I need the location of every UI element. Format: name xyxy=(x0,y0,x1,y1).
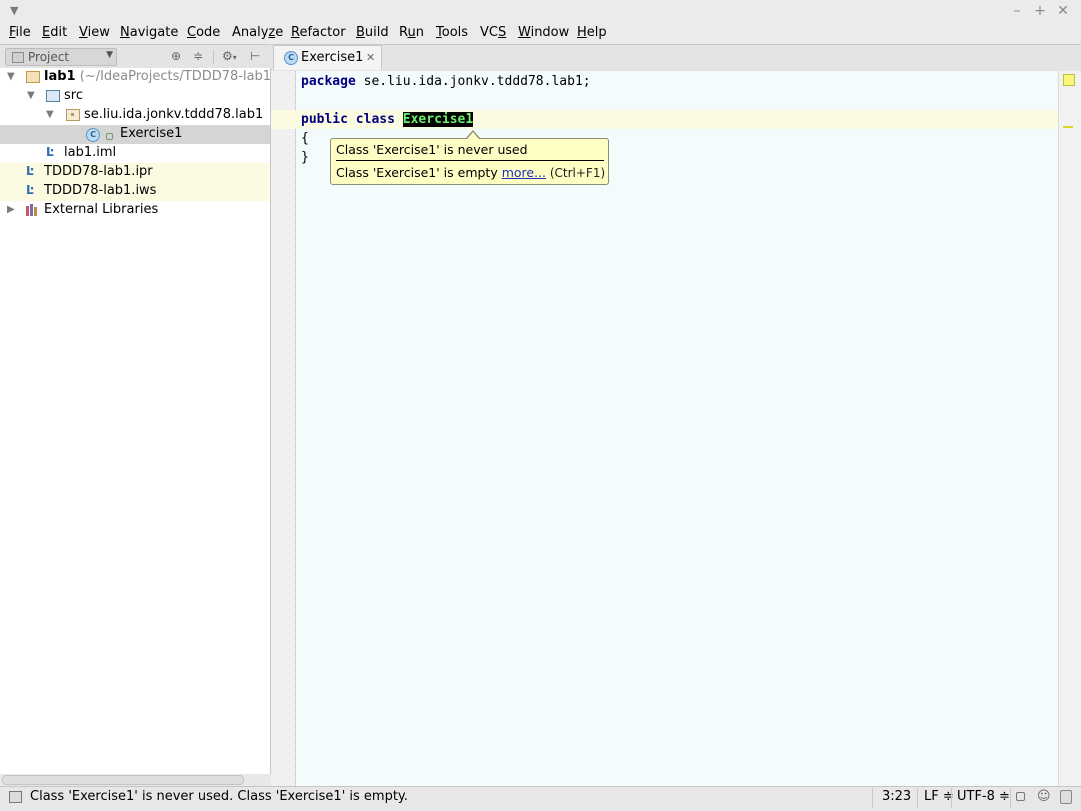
class-name-highlight[interactable]: Exercise1 xyxy=(402,112,474,127)
tree-root-name: lab1 xyxy=(44,69,76,84)
status-divider xyxy=(872,788,873,808)
tree-ipr-label: TDDD78-lab1.ipr xyxy=(44,164,153,179)
tree-item-ipr[interactable]: Ŀ TDDD78-lab1.ipr xyxy=(0,163,270,182)
tooltip-more-link[interactable]: more... xyxy=(502,165,546,180)
editor-tab-label: Exercise1 xyxy=(301,50,364,65)
event-log-icon[interactable] xyxy=(1060,790,1072,804)
project-view-icon xyxy=(12,52,24,63)
status-divider xyxy=(951,788,952,808)
project-view-selector[interactable]: Project ▼ xyxy=(5,48,117,66)
menu-build[interactable]: Build xyxy=(356,25,389,40)
class-icon: C xyxy=(284,51,298,65)
status-divider xyxy=(1010,788,1011,808)
module-folder-icon xyxy=(26,71,40,83)
inspection-tooltip: Class 'Exercise1' is never used Class 'E… xyxy=(330,138,609,185)
inspection-status-icon[interactable] xyxy=(1063,74,1075,86)
tree-external-libraries-label: External Libraries xyxy=(44,202,159,217)
tooltip-separator xyxy=(336,160,604,161)
menu-help[interactable]: Help xyxy=(577,25,607,40)
menu-window[interactable]: Window xyxy=(518,25,569,40)
settings-icon[interactable]: ⚙▾ xyxy=(222,49,237,63)
package-icon xyxy=(66,109,80,121)
class-icon: C xyxy=(86,128,100,142)
tooltip-pointer-fill xyxy=(467,132,479,139)
header-divider xyxy=(213,50,214,64)
menu-analyze[interactable]: Analyze xyxy=(232,25,283,40)
status-divider xyxy=(917,788,918,808)
error-stripe[interactable] xyxy=(1058,71,1081,786)
source-folder-icon xyxy=(46,90,60,102)
hide-panel-icon[interactable]: ⊢ xyxy=(250,49,260,63)
collapse-arrow-icon[interactable]: ▶ xyxy=(7,204,15,215)
status-message: Class 'Exercise1' is never used. Class '… xyxy=(30,789,408,804)
inspector-icon[interactable]: ☺ xyxy=(1037,789,1051,804)
editor-tab-exercise1[interactable]: C Exercise1 ✕ xyxy=(273,45,382,70)
line-separator-selector[interactable]: LF ≑ xyxy=(924,789,954,804)
tree-item-iws[interactable]: Ŀ TDDD78-lab1.iws xyxy=(0,182,270,201)
tree-item-exercise1[interactable]: C Exercise1 xyxy=(0,125,270,144)
project-view-label: Project xyxy=(28,50,70,64)
tree-package-label: se.liu.ida.jonkv.tddd78.lab1 xyxy=(84,107,264,122)
locate-icon[interactable]: ⊕ xyxy=(171,49,181,63)
menu-refactor[interactable]: Refactor xyxy=(291,25,346,40)
tree-item-external-libraries[interactable]: ▶ External Libraries xyxy=(0,201,270,220)
project-tree: ▼ lab1 (~/IdeaProjects/TDDD78-lab1/la ▼ … xyxy=(0,68,271,774)
close-tab-icon[interactable]: ✕ xyxy=(366,51,375,64)
title-bar: ▼ – + ✕ xyxy=(0,0,1081,24)
tree-item-lab1[interactable]: ▼ lab1 (~/IdeaProjects/TDDD78-lab1/la xyxy=(0,68,270,87)
editor-tab-bar xyxy=(271,44,1081,72)
collapse-all-icon[interactable]: ≑ xyxy=(193,49,203,63)
libraries-icon xyxy=(26,204,40,216)
dropdown-arrow-icon: ▼ xyxy=(106,50,113,60)
close-icon[interactable]: ✕ xyxy=(1055,3,1071,19)
editor-gutter[interactable] xyxy=(271,71,296,786)
menu-navigate[interactable]: Navigate xyxy=(120,25,178,40)
menu-edit[interactable]: Edit xyxy=(42,25,67,40)
expand-arrow-icon[interactable]: ▼ xyxy=(46,109,54,120)
tree-iml-label: lab1.iml xyxy=(64,145,117,160)
encoding-selector[interactable]: UTF-8 ≑ xyxy=(957,789,1010,804)
code-line-4[interactable]: { xyxy=(301,131,309,146)
tree-item-src[interactable]: ▼ src xyxy=(0,87,270,106)
expand-arrow-icon[interactable]: ▼ xyxy=(7,71,15,82)
tree-horizontal-scrollbar[interactable] xyxy=(2,775,244,785)
tree-item-iml[interactable]: Ŀ lab1.iml xyxy=(0,144,270,163)
project-panel-header: Project ▼ ⊕ ≑ ⚙▾ ⊢ xyxy=(0,44,270,69)
tree-root-path: (~/IdeaProjects/TDDD78-lab1/la xyxy=(79,69,270,84)
menu-bar: File Edit View Navigate Code Analyze Ref… xyxy=(0,24,1081,44)
workspace-file-icon: Ŀ xyxy=(26,183,34,197)
expand-arrow-icon[interactable]: ▼ xyxy=(27,90,35,101)
module-file-icon: Ŀ xyxy=(46,145,54,159)
tree-class-label: Exercise1 xyxy=(120,126,183,141)
read-only-lock-icon[interactable] xyxy=(1016,792,1025,801)
warning-marker[interactable] xyxy=(1063,126,1073,128)
code-line-1[interactable]: package se.liu.ida.jonkv.tddd78.lab1; xyxy=(301,74,591,89)
menu-tools[interactable]: Tools xyxy=(436,25,468,40)
menu-run[interactable]: Run xyxy=(399,25,424,40)
project-file-icon: Ŀ xyxy=(26,164,34,178)
tree-iws-label: TDDD78-lab1.iws xyxy=(44,183,157,198)
caret-position[interactable]: 3:23 xyxy=(882,789,911,804)
tooltip-line-1: Class 'Exercise1' is never used xyxy=(336,142,528,157)
tree-item-package[interactable]: ▼ se.liu.ida.jonkv.tddd78.lab1 xyxy=(0,106,270,125)
tree-src-label: src xyxy=(64,88,83,103)
code-line-5[interactable]: } xyxy=(301,150,309,165)
menu-code[interactable]: Code xyxy=(187,25,220,40)
minimize-icon[interactable]: – xyxy=(1009,3,1025,19)
lock-icon xyxy=(106,133,113,140)
menu-file[interactable]: File xyxy=(9,25,31,40)
menu-vcs[interactable]: VCS xyxy=(480,25,506,40)
tooltip-line-2: Class 'Exercise1' is empty more... (Ctrl… xyxy=(336,165,606,180)
window-menu-icon[interactable]: ▼ xyxy=(10,4,18,17)
menu-view[interactable]: View xyxy=(79,25,110,40)
maximize-icon[interactable]: + xyxy=(1032,3,1048,19)
code-line-3[interactable]: public class Exercise1 xyxy=(301,112,474,127)
tool-windows-toggle-icon[interactable] xyxy=(9,791,22,803)
